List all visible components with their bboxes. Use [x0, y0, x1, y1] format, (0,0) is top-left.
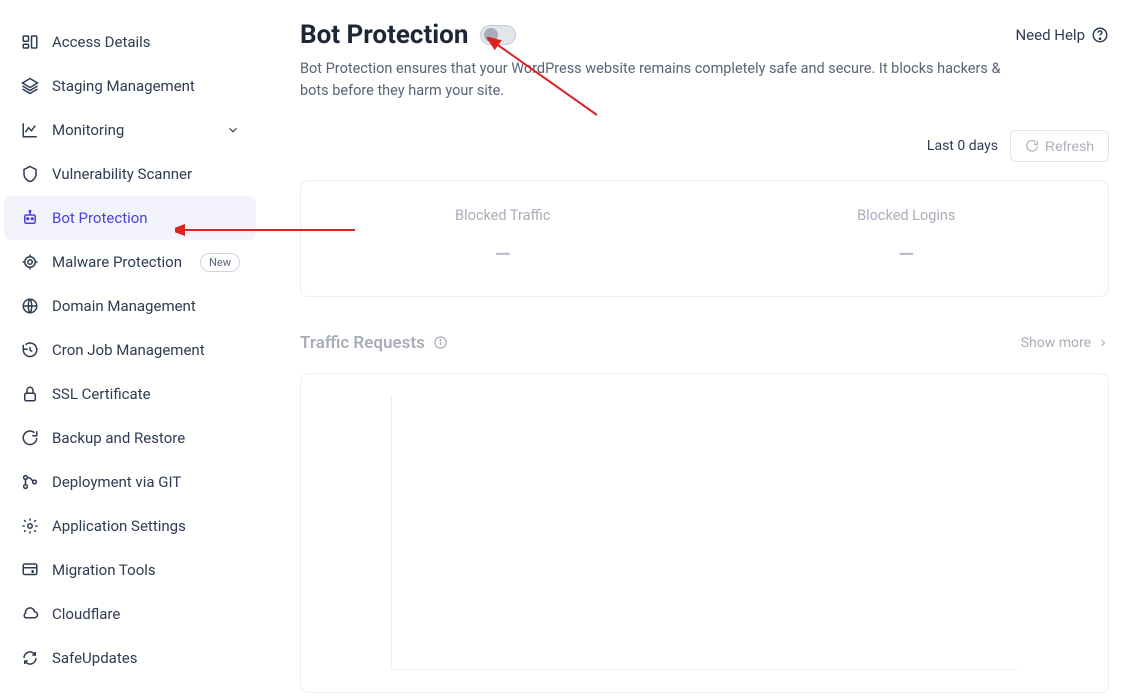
new-badge: New	[200, 253, 240, 272]
page-description: Bot Protection ensures that your WordPre…	[300, 58, 1020, 102]
chevron-down-icon	[226, 123, 240, 137]
shield-icon	[20, 164, 40, 184]
ssl-icon	[20, 384, 40, 404]
sidebar-item-cloudflare[interactable]: Cloudflare	[0, 592, 260, 636]
access-icon	[20, 32, 40, 52]
page-header: Bot Protection Need Help	[300, 20, 1109, 50]
show-more-label: Show more	[1021, 335, 1091, 351]
sidebar-item-staging-management[interactable]: Staging Management	[0, 64, 260, 108]
sidebar-item-label: Backup and Restore	[52, 429, 240, 447]
malware-icon	[20, 252, 40, 272]
migration-icon	[20, 560, 40, 580]
stat-blocked-logins: Blocked Logins —	[705, 181, 1109, 296]
sidebar-item-monitoring[interactable]: Monitoring	[0, 108, 260, 152]
sidebar-item-bot-protection[interactable]: Bot Protection	[4, 196, 256, 240]
sidebar-item-label: Deployment via GIT	[52, 473, 240, 491]
refresh-label: Refresh	[1045, 138, 1094, 154]
sidebar-item-label: Cron Job Management	[52, 341, 240, 359]
toggle-knob	[484, 28, 498, 42]
refresh-icon	[1025, 139, 1039, 153]
bot-protection-toggle[interactable]	[480, 25, 516, 45]
stat-blocked-traffic: Blocked Traffic —	[301, 181, 705, 296]
sidebar-item-access-details[interactable]: Access Details	[0, 20, 260, 64]
last-days-label: Last 0 days	[927, 138, 998, 154]
stat-value: —	[715, 242, 1099, 266]
sidebar-item-label: Migration Tools	[52, 561, 240, 579]
sidebar-item-label: Cloudflare	[52, 605, 240, 623]
cloud-icon	[20, 604, 40, 624]
monitoring-icon	[20, 120, 40, 140]
sidebar-item-application-settings[interactable]: Application Settings	[0, 504, 260, 548]
cron-icon	[20, 340, 40, 360]
sidebar-item-backup-and-restore[interactable]: Backup and Restore	[0, 416, 260, 460]
title-group: Bot Protection	[300, 20, 516, 50]
info-icon[interactable]	[433, 335, 448, 350]
sidebar-item-ssl-certificate[interactable]: SSL Certificate	[0, 372, 260, 416]
need-help-label: Need Help	[1015, 26, 1085, 44]
domain-icon	[20, 296, 40, 316]
sidebar: Access Details Staging Management Monito…	[0, 0, 260, 698]
stat-value: —	[311, 242, 695, 266]
sidebar-item-label: Staging Management	[52, 77, 240, 95]
sidebar-item-label: Bot Protection	[52, 209, 236, 227]
stat-label: Blocked Traffic	[311, 207, 695, 224]
sidebar-item-label: Malware Protection	[52, 253, 192, 271]
need-help-link[interactable]: Need Help	[1015, 26, 1109, 44]
stats-card: Blocked Traffic — Blocked Logins —	[300, 180, 1109, 297]
sidebar-item-safeupdates[interactable]: SafeUpdates	[0, 636, 260, 680]
help-icon	[1091, 26, 1109, 44]
sidebar-item-label: Domain Management	[52, 297, 240, 315]
sidebar-item-label: Vulnerability Scanner	[52, 165, 240, 183]
traffic-requests-title: Traffic Requests	[300, 333, 448, 353]
safeupdates-icon	[20, 648, 40, 668]
show-more-link[interactable]: Show more	[1021, 335, 1109, 351]
sidebar-item-vulnerability-scanner[interactable]: Vulnerability Scanner	[0, 152, 260, 196]
sidebar-item-label: Application Settings	[52, 517, 240, 535]
refresh-button[interactable]: Refresh	[1010, 130, 1109, 162]
sidebar-item-label: Monitoring	[52, 121, 226, 139]
stat-label: Blocked Logins	[715, 207, 1099, 224]
sidebar-item-label: Access Details	[52, 33, 240, 51]
backup-icon	[20, 428, 40, 448]
traffic-requests-card	[300, 373, 1109, 693]
sidebar-item-cron-job-management[interactable]: Cron Job Management	[0, 328, 260, 372]
sidebar-item-label: SafeUpdates	[52, 649, 240, 667]
sidebar-item-label: SSL Certificate	[52, 385, 240, 403]
sidebar-item-malware-protection[interactable]: Malware Protection New	[0, 240, 260, 284]
main-content: Bot Protection Need Help Bot Protection …	[260, 0, 1141, 698]
git-icon	[20, 472, 40, 492]
controls-row: Last 0 days Refresh	[300, 130, 1109, 162]
staging-icon	[20, 76, 40, 96]
settings-icon	[20, 516, 40, 536]
sidebar-item-migration-tools[interactable]: Migration Tools	[0, 548, 260, 592]
chart-placeholder	[391, 396, 1018, 670]
chevron-right-icon	[1097, 337, 1109, 349]
sidebar-item-deployment-via-git[interactable]: Deployment via GIT	[0, 460, 260, 504]
bot-icon	[20, 208, 40, 228]
sidebar-item-domain-management[interactable]: Domain Management	[0, 284, 260, 328]
traffic-section-header: Traffic Requests Show more	[300, 333, 1109, 353]
page-title: Bot Protection	[300, 20, 468, 50]
